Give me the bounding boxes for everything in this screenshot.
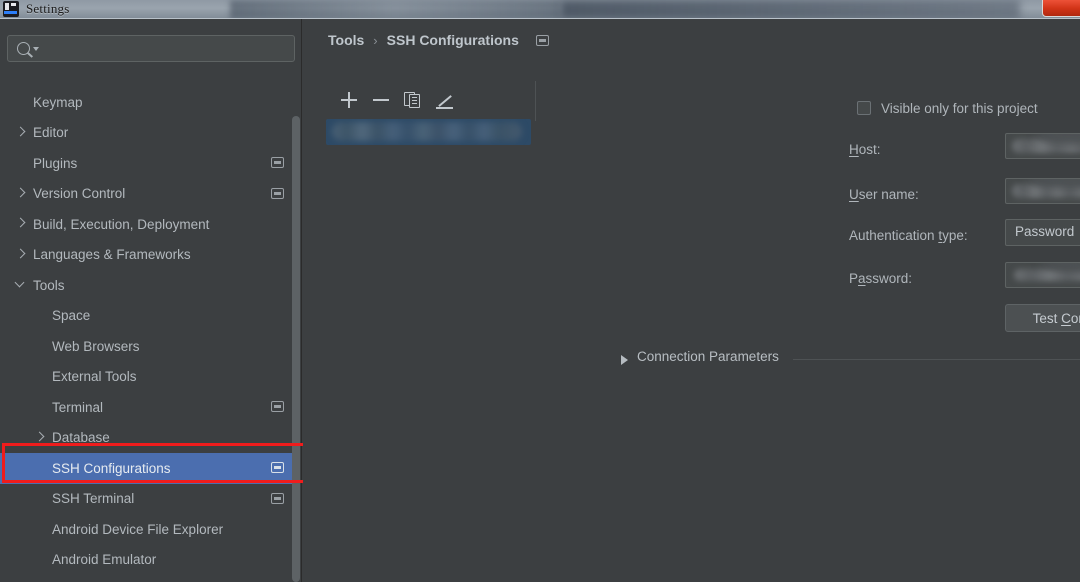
chevron-right-icon[interactable]: [14, 249, 26, 261]
settings-tree[interactable]: Keymap Editor Plugins Version Control Build,…: [0, 87, 300, 582]
window-title: Settings: [26, 1, 70, 16]
project-scope-badge-icon: [271, 462, 284, 473]
sidebar-item-android-emulator[interactable]: Android Emulator: [0, 545, 300, 576]
settings-sidebar: Keymap Editor Plugins Version Control Build,…: [0, 19, 310, 582]
project-scope-badge-icon: [271, 157, 284, 168]
content-bottom-edge: [303, 578, 1080, 582]
sidebar-item-terminal[interactable]: Terminal: [0, 392, 300, 423]
sidebar-item-label: Android Emulator: [52, 552, 157, 568]
sidebar-scrollbar-thumb[interactable]: [292, 116, 300, 582]
sidebar-item-ssh-terminal[interactable]: SSH Terminal: [0, 484, 300, 515]
test-connection-button[interactable]: Test Connection: [1005, 304, 1080, 332]
section-divider: [793, 359, 1080, 360]
configuration-list-toolbar: [328, 87, 536, 117]
sidebar-item-space[interactable]: Space: [0, 301, 300, 332]
sidebar-item-editor[interactable]: Editor: [0, 118, 300, 149]
project-scope-badge-icon: [271, 492, 284, 504]
chevron-down-icon[interactable]: [33, 47, 39, 51]
host-label: Host:: [849, 142, 881, 157]
project-scope-badge-icon: [535, 34, 549, 46]
sidebar-item-android-device-file-explorer[interactable]: Android Device File Explorer: [0, 514, 300, 545]
settings-content-pane: Tools › SSH Configurations Visible only …: [303, 19, 1080, 582]
chevron-right-icon[interactable]: [14, 218, 26, 230]
remove-configuration-button[interactable]: [368, 87, 394, 113]
sidebar-item-label: Space: [52, 308, 91, 324]
redacted-configuration-name: [332, 122, 522, 141]
sidebar-item-keymap[interactable]: Keymap: [0, 87, 300, 118]
sidebar-item-label: Terminal: [52, 399, 104, 415]
sidebar-item-web-browsers[interactable]: Web Browsers: [0, 331, 300, 362]
chevron-right-icon[interactable]: [14, 188, 26, 200]
sidebar-item-plugins[interactable]: Plugins: [0, 148, 300, 179]
chevron-down-icon[interactable]: [14, 279, 26, 291]
sidebar-item-label: Keymap: [33, 94, 83, 110]
visible-only-for-project-label: Visible only for this project: [881, 101, 1038, 116]
user-name-field[interactable]: [1005, 178, 1080, 204]
breadcrumb-current: SSH Configurations: [386, 32, 519, 48]
breadcrumb-separator: ›: [373, 32, 378, 48]
configuration-list[interactable]: [326, 119, 535, 147]
sidebar-item-label: Editor: [33, 125, 69, 141]
authentication-type-select[interactable]: Password: [1005, 219, 1080, 246]
sidebar-item-label: Plugins: [33, 155, 78, 171]
project-scope-badge-icon: [271, 187, 284, 199]
password-label: Password:: [849, 271, 913, 286]
visible-only-for-project-checkbox[interactable]: [857, 101, 871, 115]
copy-icon[interactable]: [400, 87, 426, 113]
pencil-icon[interactable]: [432, 87, 458, 113]
list-item[interactable]: [326, 119, 531, 145]
search-input[interactable]: [42, 38, 288, 59]
host-field[interactable]: [1005, 133, 1080, 159]
connection-parameters-label: Connection Parameters: [637, 349, 779, 364]
sidebar-scrollbar-track[interactable]: [292, 87, 300, 582]
search-input-wrapper[interactable]: [7, 35, 295, 62]
sidebar-item-languages-frameworks[interactable]: Languages & Frameworks: [0, 240, 300, 271]
authentication-type-value: Password: [1015, 224, 1075, 239]
sidebar-item-label: Tools: [33, 277, 65, 293]
chevron-right-icon[interactable]: [33, 432, 45, 444]
chevron-right-icon[interactable]: [621, 355, 628, 365]
sidebar-item-label: Database: [52, 430, 110, 446]
sidebar-item-label: SSH Configurations: [52, 460, 171, 476]
settings-dialog: Keymap Editor Plugins Version Control Build,…: [0, 19, 1080, 582]
close-icon[interactable]: ×: [1042, 0, 1080, 17]
sidebar-item-external-tools[interactable]: External Tools: [0, 362, 300, 393]
breadcrumb: Tools › SSH Configurations: [328, 32, 549, 48]
authentication-type-label: Authentication type:: [849, 228, 968, 243]
chevron-right-icon[interactable]: [14, 127, 26, 139]
user-name-label: User name:: [849, 187, 919, 202]
intellij-icon: [3, 1, 19, 17]
sidebar-item-database[interactable]: Database: [0, 423, 300, 454]
sidebar-item-tools[interactable]: Tools: [0, 270, 300, 301]
titlebar-blurred-region: [230, 0, 560, 18]
sidebar-item-version-control[interactable]: Version Control: [0, 179, 300, 210]
search-icon-handle: [27, 52, 33, 58]
sidebar-item-ssh-configurations[interactable]: SSH Configurations: [0, 453, 300, 484]
sidebar-item-label: Languages & Frameworks: [33, 247, 191, 263]
connection-parameters-section[interactable]: Connection Parameters: [621, 349, 1080, 371]
sidebar-item-label: Web Browsers: [52, 338, 140, 354]
sidebar-item-label: External Tools: [52, 369, 137, 385]
breadcrumb-root[interactable]: Tools: [328, 32, 364, 48]
window-titlebar: Settings ×: [0, 0, 1080, 19]
sidebar-item-label: Build, Execution, Deployment: [33, 216, 210, 232]
project-scope-badge-icon: [271, 401, 284, 412]
sidebar-item-label: Version Control: [33, 186, 126, 202]
titlebar-blurred-region-2: [560, 0, 1020, 18]
sidebar-item-label: SSH Terminal: [52, 491, 135, 507]
sidebar-item-label: Android Device File Explorer: [52, 521, 224, 537]
password-field[interactable]: [1005, 262, 1080, 288]
test-connection-label: Test Connection: [1032, 310, 1080, 326]
add-configuration-button[interactable]: [336, 87, 362, 113]
sidebar-item-build-execution-deployment[interactable]: Build, Execution, Deployment: [0, 209, 300, 240]
